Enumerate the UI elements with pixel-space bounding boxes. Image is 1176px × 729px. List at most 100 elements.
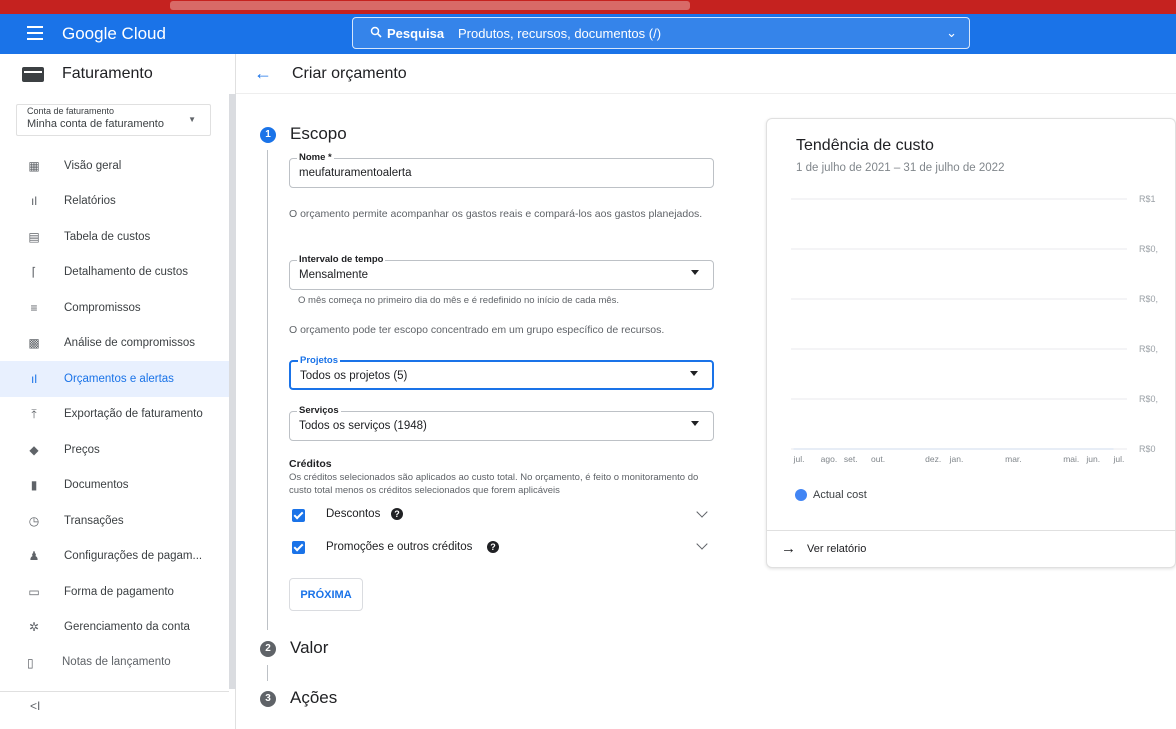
sidebar-item-label: Tabela de custos [64,230,151,243]
step-title-acoes[interactable]: Ações [290,688,337,708]
chart-x-tick-label: mar. [1005,454,1022,464]
credits-help: Os créditos selecionados são aplicados a… [289,472,699,496]
billing-account-select[interactable]: Conta de faturamento Minha conta de fatu… [16,104,211,136]
sidebar-item-forma-pagamento[interactable]: ▭ Forma de pagamento [0,574,229,610]
projects-label: Projetos [298,355,341,366]
step-title-escopo[interactable]: Escopo [290,124,347,144]
sidebar-item-label: Transações [64,514,124,527]
sidebar-item-label: Orçamentos e alertas [64,372,174,385]
sidebar-item-exportacao[interactable]: ⤒ Exportação de faturamento [0,397,229,433]
sidebar-item-orcamentos[interactable]: ıl Orçamentos e alertas [0,361,229,397]
budget-description: O orçamento permite acompanhar os gastos… [289,208,703,220]
chart-x-tick-label: jul. [793,454,805,464]
sidebar-item-detalhamento[interactable]: ⌈ Detalhamento de custos [0,255,229,291]
hamburger-menu-icon[interactable] [27,26,43,40]
time-interval-select[interactable]: Intervalo de tempo Mensalmente [289,254,714,290]
sidebar-nav: ▦ Visão geral ıl Relatórios ▤ Tabela de cus… [0,148,229,645]
sidebar-item-gerenciamento[interactable]: ✲ Gerenciamento da conta [0,610,229,646]
chart-x-tick-label: out. [871,454,885,464]
sidebar-header: Faturamento [0,54,236,94]
projects-value: Todos os projetos (5) [300,370,408,382]
sidebar-item-analise[interactable]: ▩ Análise de compromissos [0,326,229,362]
sidebar-divider [0,691,229,692]
list-icon: ≡ [30,300,38,315]
services-select[interactable]: Serviços Todos os serviços (1948) [289,405,714,441]
person-icon: ♟ [28,549,40,564]
sidebar-item-transacoes[interactable]: ◷ Transações [0,503,229,539]
chart-x-tick-label: mai. [1063,454,1079,464]
chart-y-tick-label: R$0, [1139,294,1158,304]
credits-title: Créditos [289,458,332,470]
release-notes-link[interactable]: ▯ Notas de lançamento [0,645,229,681]
view-report-link[interactable]: Ver relatório [807,543,866,555]
dropdown-arrow-icon [691,421,699,426]
step-connector [267,665,268,681]
collapse-sidebar-icon[interactable]: <I [30,699,40,713]
browser-tab-strip [0,0,1176,14]
chevron-down-icon[interactable] [696,506,708,518]
sidebar-item-relatorios[interactable]: ıl Relatórios [0,184,229,220]
sidebar-item-visao-geral[interactable]: ▦ Visão geral [0,148,229,184]
sidebar-item-label: Visão geral [64,159,122,172]
google-cloud-logo[interactable]: Google Cloud [62,24,166,44]
billing-card-icon [22,67,44,82]
credit-card-icon: ▭ [28,584,40,599]
sidebar-item-compromissos[interactable]: ≡ Compromissos [0,290,229,326]
document-icon: ▮ [30,478,38,493]
name-field-label: Nome * [297,152,334,163]
sidebar-item-tabela-de-custos[interactable]: ▤ Tabela de custos [0,219,229,255]
billing-account-value: Minha conta de faturamento [27,118,164,130]
sidebar-item-label: Detalhamento de custos [64,266,189,279]
tag-icon: ◆ [29,442,39,457]
table-icon: ▤ [28,229,40,244]
projects-select[interactable]: Projetos Todos os projetos (5) [289,355,714,390]
sidebar-item-label: Compromissos [64,301,141,314]
back-arrow-icon[interactable]: ← [254,63,272,84]
sidebar-item-label: Configurações de pagam... [64,550,203,563]
chart-y-tick-label: R$0, [1139,244,1158,254]
search-bar[interactable]: Pesquisa Produtos, recursos, documentos … [352,17,970,49]
promotions-label: Promoções e outros créditos [326,541,473,553]
breakdown-icon: ⌈ [31,265,37,280]
search-placeholder: Produtos, recursos, documentos (/) [458,26,662,41]
promotions-checkbox[interactable] [292,541,305,554]
bar-chart-icon: ıl [31,194,37,209]
discounts-label: Descontos [326,508,381,520]
sidebar-title: Faturamento [62,65,153,82]
sidebar-item-configuracoes[interactable]: ♟ Configurações de pagam... [0,539,229,575]
scope-help: O orçamento pode ter escopo concentrado … [289,324,665,336]
next-button[interactable]: PRÓXIMA [289,578,363,611]
help-icon[interactable]: ? [391,508,403,520]
arrow-right-icon: → [781,540,796,557]
name-field-value: meufaturamentoalerta [299,167,412,179]
step-number-3: 3 [260,691,276,707]
sidebar-item-precos[interactable]: ◆ Preços [0,432,229,468]
sidebar-item-label: Relatórios [64,195,116,208]
billing-account-label: Conta de faturamento [27,106,115,116]
step-number-2: 2 [260,641,276,657]
chevron-down-icon[interactable] [696,538,708,550]
sidebar-item-label: Análise de compromissos [64,337,196,350]
legend-swatch-actual-cost [795,489,807,501]
sidebar-item-documentos[interactable]: ▮ Documentos [0,468,229,504]
gear-icon: ✲ [28,620,40,635]
sidebar-scrollbar[interactable] [229,94,236,689]
cost-trend-card: Tendência de custo 1 de julho de 2021 – … [766,118,1176,568]
chart-x-tick-label: ago. [821,454,838,464]
discounts-checkbox[interactable] [292,509,305,522]
sidebar-item-label: Forma de pagamento [64,585,174,598]
time-interval-label: Intervalo de tempo [297,254,386,265]
card-divider [767,530,1176,531]
page-header: ← Criar orçamento [236,54,1176,94]
help-icon[interactable]: ? [487,541,499,553]
legend-label-actual-cost: Actual cost [813,489,867,501]
chart-x-tick-label: dez. [925,454,941,464]
chart-x-tick-label: set. [844,454,858,464]
chevron-down-icon[interactable]: ⌄ [946,25,957,41]
name-field[interactable]: Nome * meufaturamentoalerta [289,152,714,188]
cost-trend-chart: R$1 R$0, R$0, R$0, R$0, R$0 jul. ago. set. out. de… [791,194,1158,464]
release-notes-icon: ▯ [27,656,34,670]
step-title-valor[interactable]: Valor [290,638,328,658]
chart-y-tick-label: R$1 [1139,194,1156,204]
chart-x-tick-label: jan. [949,454,964,464]
